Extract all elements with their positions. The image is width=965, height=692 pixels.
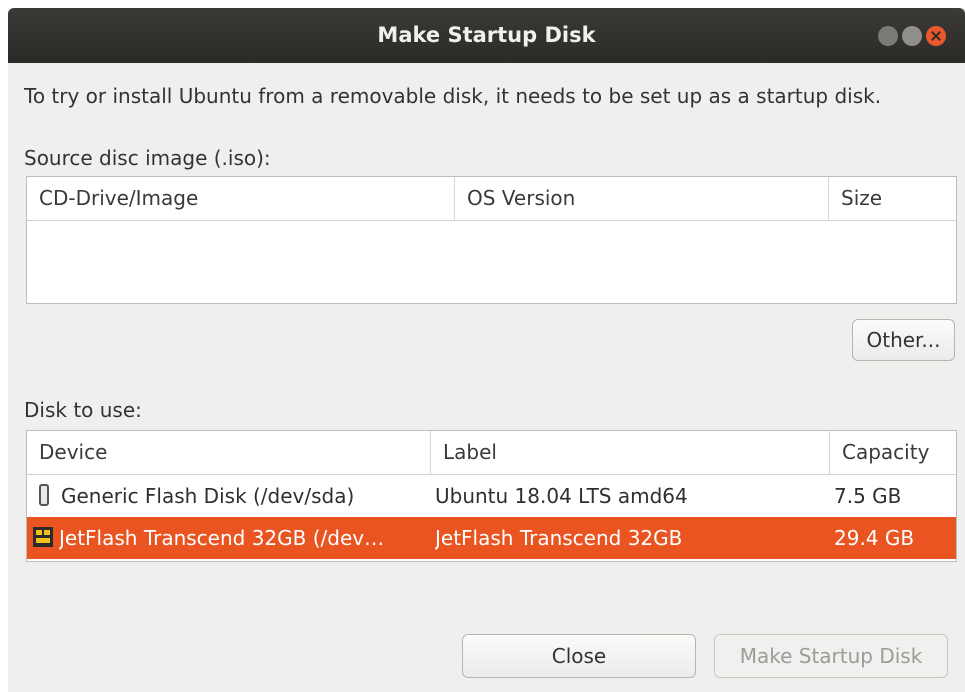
label-cell: Ubuntu 18.04 LTS amd64 [435,484,688,508]
title-bar[interactable]: Make Startup Disk [8,8,965,63]
device-cell: JetFlash Transcend 32GB (/dev… [59,526,385,550]
column-header-capacity[interactable]: Capacity [830,431,956,474]
window-title: Make Startup Disk [377,23,596,47]
source-table[interactable]: CD-Drive/Image OS Version Size [26,176,957,304]
close-button[interactable]: Close [462,634,696,678]
make-startup-disk-window: Make Startup Disk To try or install Ubun… [8,8,965,692]
disk-row-jetflash[interactable]: JetFlash Transcend 32GB (/dev… JetFlash … [27,517,956,559]
other-button-label: Other... [866,328,941,352]
other-button[interactable]: Other... [852,319,955,361]
device-cell: Generic Flash Disk (/dev/sda) [61,484,355,508]
minimize-icon[interactable] [878,26,898,46]
column-header-label[interactable]: Label [431,431,830,474]
column-header-device[interactable]: Device [27,431,431,474]
label-cell: JetFlash Transcend 32GB [435,526,683,550]
maximize-icon[interactable] [902,26,922,46]
column-header-os-version[interactable]: OS Version [455,177,829,220]
usb-drive-icon [39,484,49,506]
column-header-cd-drive[interactable]: CD-Drive/Image [27,177,455,220]
close-window-icon[interactable] [926,26,946,46]
flash-drive-icon [33,527,53,547]
disk-row-generic-flash[interactable]: Generic Flash Disk (/dev/sda) Ubuntu 18.… [27,475,956,517]
column-header-size[interactable]: Size [829,177,956,220]
disk-table[interactable]: Device Label Capacity Generic Flash Disk… [26,430,957,562]
source-label: Source disc image (.iso): [24,146,271,170]
disk-label: Disk to use: [24,398,142,422]
intro-text: To try or install Ubuntu from a removabl… [24,84,882,108]
capacity-cell: 7.5 GB [834,484,902,508]
disk-table-header: Device Label Capacity [27,431,956,475]
make-startup-disk-button[interactable]: Make Startup Disk [714,634,948,678]
capacity-cell: 29.4 GB [834,526,915,550]
source-table-header: CD-Drive/Image OS Version Size [27,177,956,221]
